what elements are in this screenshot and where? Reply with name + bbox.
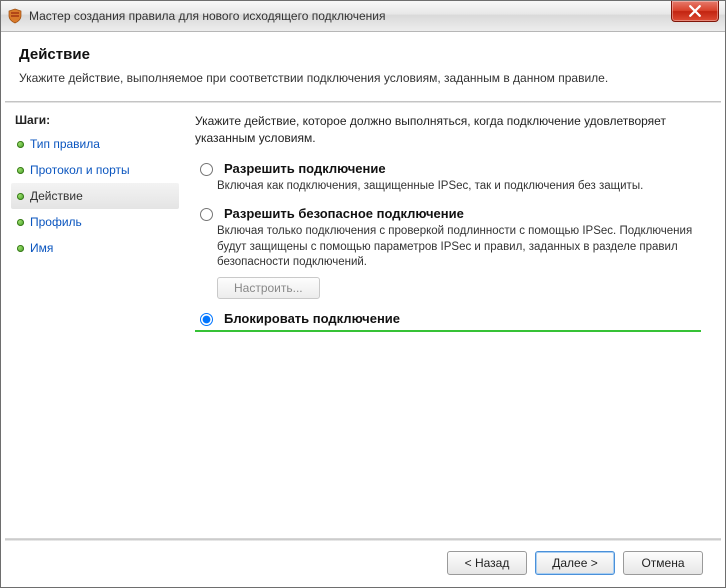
step-label: Тип правила: [30, 137, 100, 151]
step-label: Действие: [30, 189, 83, 203]
option-row[interactable]: Разрешить подключение: [195, 161, 701, 176]
step-action[interactable]: Действие: [11, 183, 179, 209]
step-name[interactable]: Имя: [11, 235, 179, 261]
page-subtitle: Укажите действие, выполняемое при соотве…: [19, 71, 707, 85]
option-row[interactable]: Блокировать подключение: [195, 311, 701, 326]
firewall-shield-icon: [7, 8, 23, 24]
page-header: Действие Укажите действие, выполняемое п…: [1, 32, 725, 95]
option-title: Разрешить подключение: [224, 161, 386, 176]
instruction-text: Укажите действие, которое должно выполня…: [195, 113, 701, 147]
steps-sidebar: Шаги: Тип правила Протокол и порты Дейст…: [1, 103, 181, 577]
option-row[interactable]: Разрешить безопасное подключение: [195, 206, 701, 221]
bullet-icon: [17, 219, 24, 226]
step-protocol-ports[interactable]: Протокол и порты: [11, 157, 179, 183]
cancel-button[interactable]: Отмена: [623, 551, 703, 575]
window-title: Мастер создания правила для нового исход…: [29, 9, 386, 23]
option-block-connection: Блокировать подключение: [195, 311, 701, 332]
bullet-icon: [17, 193, 24, 200]
close-icon: [689, 5, 701, 17]
page-title: Действие: [19, 46, 707, 63]
bullet-icon: [17, 167, 24, 174]
option-title: Разрешить безопасное подключение: [224, 206, 464, 221]
back-button[interactable]: < Назад: [447, 551, 527, 575]
close-button[interactable]: [671, 0, 719, 22]
step-label: Профиль: [30, 215, 82, 229]
radio-allow[interactable]: [200, 163, 213, 176]
bullet-icon: [17, 141, 24, 148]
option-desc: Включая только подключения с проверкой п…: [217, 224, 701, 271]
wizard-body: Шаги: Тип правила Протокол и порты Дейст…: [1, 103, 725, 577]
wizard-footer: < Назад Далее > Отмена: [5, 538, 721, 587]
wizard-window: Мастер создания правила для нового исход…: [0, 0, 726, 588]
main-panel: Укажите действие, которое должно выполня…: [181, 103, 725, 577]
steps-heading: Шаги:: [11, 109, 179, 131]
option-allow-secure-connection: Разрешить безопасное подключение Включая…: [195, 206, 701, 299]
option-title: Блокировать подключение: [224, 311, 400, 326]
configure-button: Настроить...: [217, 277, 320, 299]
footer-divider: [5, 539, 721, 541]
step-profile[interactable]: Профиль: [11, 209, 179, 235]
next-button[interactable]: Далее >: [535, 551, 615, 575]
option-desc: Включая как подключения, защищенные IPSe…: [217, 179, 701, 195]
option-allow-connection: Разрешить подключение Включая как подклю…: [195, 161, 701, 195]
radio-allow-secure[interactable]: [200, 208, 213, 221]
step-label: Имя: [30, 241, 53, 255]
titlebar: Мастер создания правила для нового исход…: [1, 1, 725, 32]
bullet-icon: [17, 245, 24, 252]
step-label: Протокол и порты: [30, 163, 130, 177]
radio-block[interactable]: [200, 313, 213, 326]
step-rule-type[interactable]: Тип правила: [11, 131, 179, 157]
